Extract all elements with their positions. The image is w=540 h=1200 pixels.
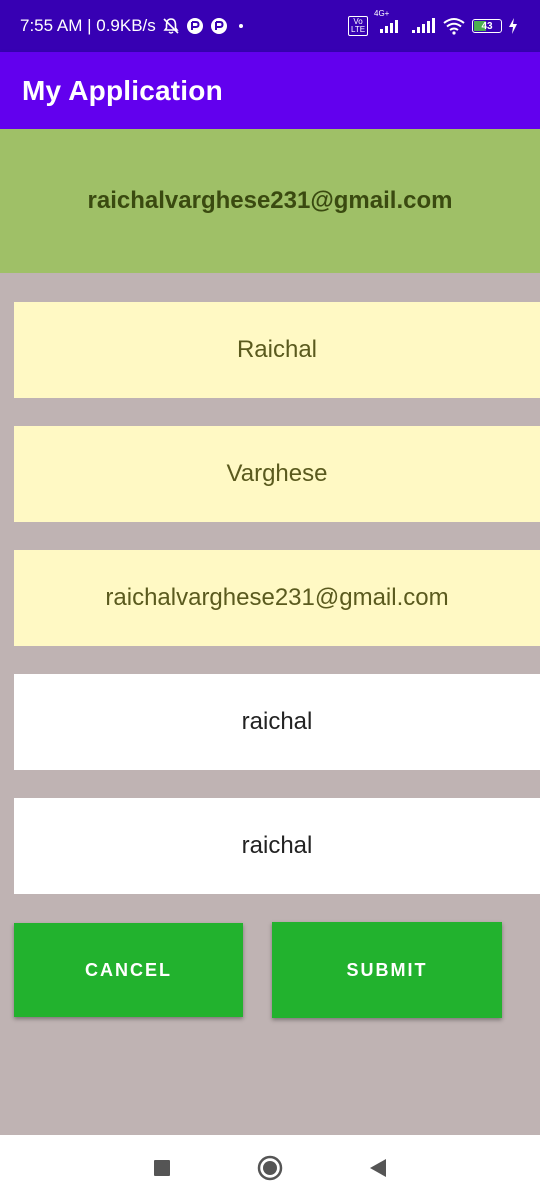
header-banner: raichalvarghese231@gmail.com bbox=[0, 129, 540, 273]
charging-icon bbox=[508, 18, 518, 34]
app-notification-icon bbox=[186, 17, 204, 35]
navigation-bar bbox=[0, 1135, 540, 1200]
password-field[interactable]: raichal bbox=[14, 674, 540, 770]
confirm-password-value: raichal bbox=[241, 832, 313, 859]
app-bar: My Application bbox=[0, 52, 540, 129]
home-icon[interactable] bbox=[257, 1155, 283, 1181]
first-name-value: Raichal bbox=[236, 336, 318, 363]
app-notification-icon-2 bbox=[210, 17, 228, 35]
signal-4g-icon: 4G+ bbox=[374, 9, 404, 34]
last-name-field[interactable]: Varghese bbox=[14, 426, 540, 522]
status-left: 7:55 AM | 0.9KB/s bbox=[20, 16, 248, 36]
email-value: raichalvarghese231@gmail.com bbox=[105, 584, 449, 611]
dot-icon bbox=[234, 19, 248, 33]
battery-level: 43 bbox=[481, 20, 493, 32]
volte-icon: Vo LTE bbox=[348, 16, 368, 36]
app-title: My Application bbox=[22, 74, 223, 106]
signal-icon bbox=[410, 18, 436, 34]
status-time-speed: 7:55 AM | 0.9KB/s bbox=[20, 16, 156, 35]
network-type-label: 4G+ bbox=[374, 9, 390, 18]
bell-off-icon bbox=[162, 17, 180, 35]
battery-icon: 43 bbox=[472, 19, 502, 33]
last-name-value: Varghese bbox=[226, 460, 328, 487]
first-name-field[interactable]: Raichal bbox=[14, 302, 540, 398]
wifi-icon bbox=[442, 17, 466, 35]
confirm-password-field[interactable]: raichal bbox=[14, 798, 540, 894]
recents-icon[interactable] bbox=[153, 1159, 171, 1177]
cancel-button[interactable]: CANCEL bbox=[14, 923, 243, 1017]
status-right: Vo LTE 4G+ 43 bbox=[348, 9, 518, 36]
back-icon[interactable] bbox=[369, 1158, 387, 1178]
password-value: raichal bbox=[241, 708, 313, 735]
submit-button[interactable]: SUBMIT bbox=[272, 922, 502, 1018]
status-bar: 7:55 AM | 0.9KB/s Vo LTE 4G+ 43 bbox=[0, 0, 540, 52]
email-field[interactable]: raichalvarghese231@gmail.com bbox=[14, 550, 540, 646]
header-email: raichalvarghese231@gmail.com bbox=[87, 187, 453, 214]
